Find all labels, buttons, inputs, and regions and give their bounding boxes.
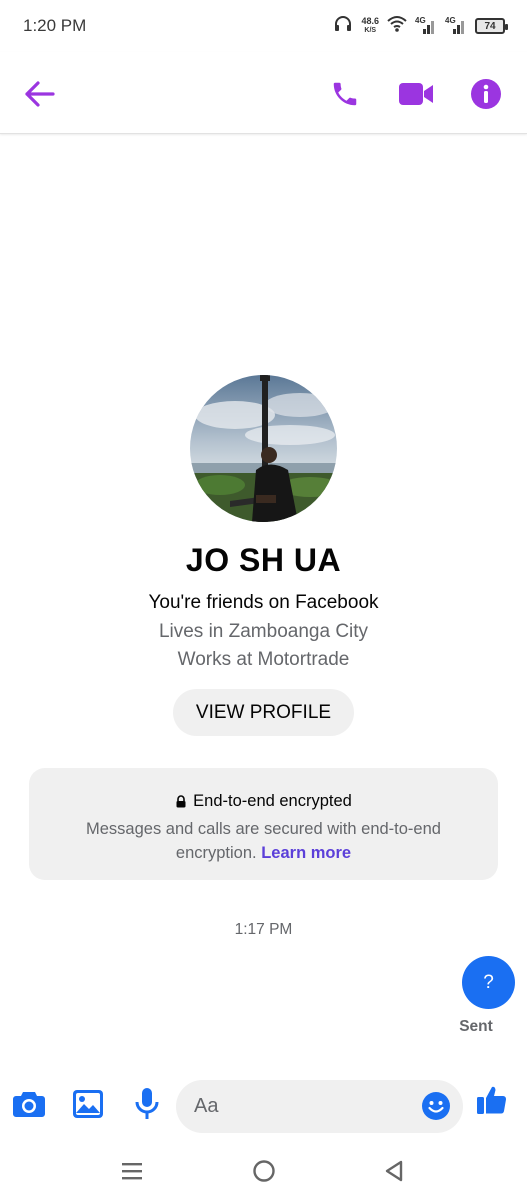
message-input[interactable] [194,1080,414,1133]
profile-location: Lives in Zamboanga City [158,621,369,642]
encryption-title: End-to-end encrypted [29,792,498,811]
video-camera-icon [399,83,433,105]
back-button[interactable] [20,74,60,114]
chat-header [0,52,527,134]
battery-icon: 74 [475,18,508,34]
menu-icon [122,1163,142,1180]
microphone-icon [135,1088,159,1119]
battery-level: 74 [484,20,496,32]
signal-icon-2: 4G [445,16,467,36]
emoji-icon [422,1092,450,1120]
call-button[interactable] [325,74,365,114]
emoji-button[interactable] [421,1091,451,1121]
nav-menu-button[interactable] [114,1154,150,1188]
profile-name: JO SH UA [185,542,342,578]
nav-home-button[interactable] [246,1154,282,1188]
sent-status: Sent [459,1018,493,1035]
info-icon [471,79,501,109]
status-bar: 1:20 PM 48.6 K/S 4G 4G 74 [0,0,527,52]
view-profile-button[interactable]: VIEW PROFILE [173,689,354,736]
status-icons: 48.6 K/S 4G 4G 74 [333,14,508,39]
encryption-body: Messages and calls are secured with end-… [49,817,478,865]
network-type-1: 4G [415,16,426,25]
sent-message-text: ? [483,971,494,993]
profile-work: Works at Motortrade [177,649,350,670]
like-button[interactable] [474,1082,510,1118]
camera-button[interactable] [11,1086,47,1122]
signal-icon: 4G [415,16,437,36]
message-input-box[interactable] [176,1080,463,1133]
video-call-button[interactable] [396,74,436,114]
wifi-icon [387,15,407,38]
sent-message-bubble[interactable]: ? [462,956,515,1009]
home-circle-icon [253,1160,275,1182]
image-icon [73,1090,103,1118]
arrow-left-icon [25,81,55,107]
phone-icon [333,82,357,106]
network-type-2: 4G [445,16,456,25]
speed-unit: K/S [364,27,377,34]
status-time: 1:20 PM [23,16,87,35]
profile-avatar[interactable] [190,375,337,522]
message-timestamp: 1:17 PM [234,921,293,938]
encryption-title-text: End-to-end encrypted [193,792,352,810]
back-triangle-icon [385,1160,403,1182]
friendship-status: You're friends on Facebook [148,592,379,613]
thumbs-up-icon [477,1086,507,1114]
encryption-card: End-to-end encrypted Messages and calls … [29,768,498,880]
lock-icon [176,795,186,808]
camera-icon [13,1092,45,1117]
headset-icon [333,14,353,39]
learn-more-link[interactable]: Learn more [261,844,351,862]
network-speed: 48.6 K/S [361,17,379,35]
speed-value: 48.6 [361,16,379,26]
nav-back-button[interactable] [376,1154,412,1188]
gallery-button[interactable] [70,1086,106,1122]
voice-button[interactable] [129,1086,165,1122]
info-button[interactable] [466,74,506,114]
